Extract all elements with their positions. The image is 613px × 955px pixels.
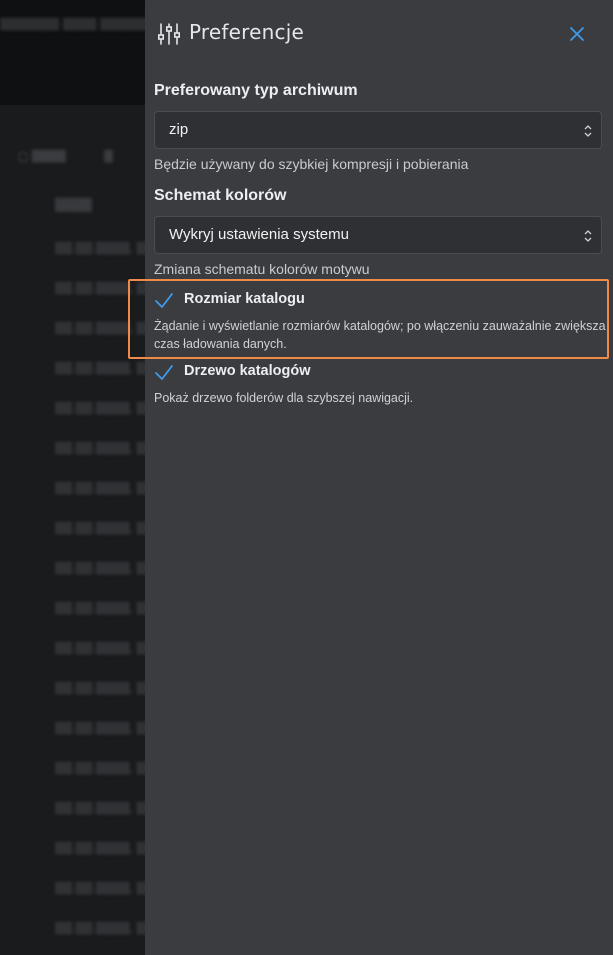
dir-size-label: Rozmiar katalogu xyxy=(184,291,305,307)
archive-type-select[interactable]: zip xyxy=(154,111,602,149)
dir-tree-label: Drzewo katalogów xyxy=(184,363,311,379)
archive-type-label: Preferowany typ archiwum xyxy=(154,82,358,99)
panel-title: Preferencje xyxy=(189,20,304,44)
panel-header: Preferencje xyxy=(145,0,613,66)
color-scheme-select[interactable]: Wykryj ustawienia systemu xyxy=(154,216,602,254)
sliders-icon xyxy=(158,23,180,45)
dir-tree-description: Pokaż drzewo folderów dla szybszej nawig… xyxy=(154,391,414,405)
background-toolbar: ▒▒▒▒▒▒▒ ▒▒▒▒ ▒▒▒▒▒▒ xyxy=(0,0,145,105)
archive-type-helper: Będzie używany do szybkiej kompresji i p… xyxy=(154,156,469,172)
preferences-panel: Preferencje Preferowany typ archiwum zip… xyxy=(128,0,613,955)
dir-size-checkbox[interactable]: Rozmiar katalogu xyxy=(154,290,454,312)
color-scheme-label: Schemat kolorów xyxy=(154,187,287,204)
color-scheme-helper: Zmiana schematu kolorów motywu xyxy=(154,261,370,277)
checkmark-icon[interactable] xyxy=(154,363,174,383)
select-arrows-icon xyxy=(584,125,592,137)
color-scheme-value: Wykryj ustawienia systemu xyxy=(169,226,349,243)
background-file-list: ▒▒▒▒▒▒▒ ▒▒▒▒ ▒▒▒▒▒▒ ▢ ▒▒▒▒ ▒ ▒▒▒▒ ▒▒.▒▒.… xyxy=(0,0,145,955)
checkmark-icon[interactable] xyxy=(154,291,174,311)
select-arrows-icon xyxy=(584,230,592,242)
dir-tree-checkbox[interactable]: Drzewo katalogów xyxy=(154,362,454,384)
close-icon[interactable] xyxy=(567,24,587,44)
dir-size-description: Żądanie i wyświetlanie rozmiarów katalog… xyxy=(154,319,606,351)
archive-type-value: zip xyxy=(169,121,189,138)
